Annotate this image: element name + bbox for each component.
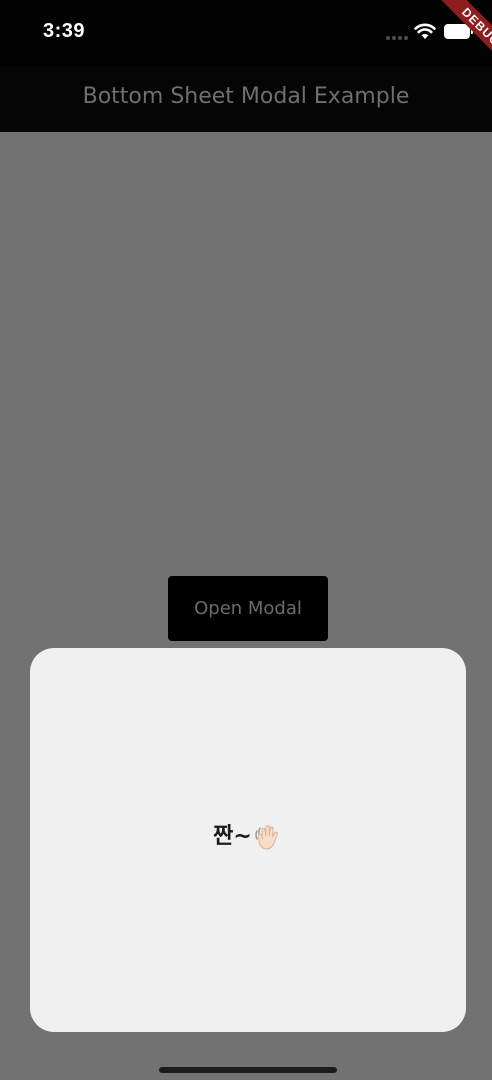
bottom-sheet-modal[interactable]: 짠~: [30, 648, 466, 1032]
debug-label: DEBUG: [435, 0, 492, 73]
page-title: Bottom Sheet Modal Example: [82, 84, 410, 109]
sheet-message: 짠~: [213, 824, 252, 849]
waving-hand-icon: [255, 825, 278, 850]
sheet-message-row: 짠~: [30, 818, 466, 852]
signal-icon: [386, 36, 408, 40]
open-modal-button[interactable]: Open Modal: [168, 576, 328, 641]
home-indicator: [159, 1067, 337, 1073]
debug-banner: DEBUG: [412, 0, 492, 80]
status-time: 3:39: [43, 20, 86, 42]
